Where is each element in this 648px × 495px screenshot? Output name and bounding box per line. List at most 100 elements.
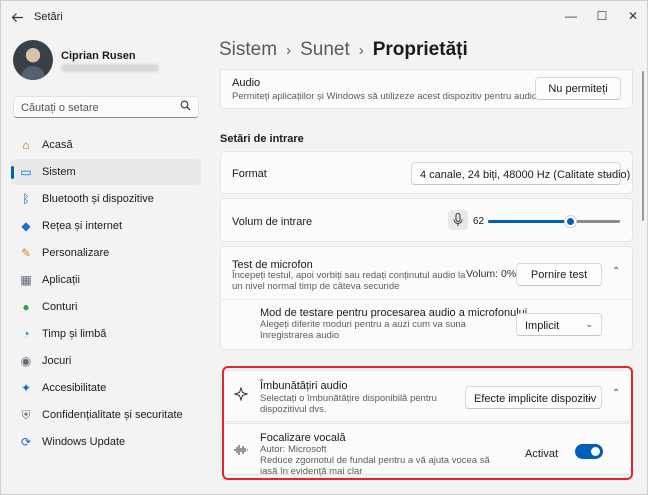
voice-focus-icon <box>233 444 249 459</box>
sidebar-item-system[interactable]: ▭ Sistem <box>11 159 201 185</box>
enhancements-value: Efecte implicite dispozitiv <box>474 393 597 405</box>
sidebar-nav: ⌂ Acasă ▭ Sistem ᛒ Bluetooth și dispozitive ◆ R… <box>11 132 201 456</box>
home-icon: ⌂ <box>22 138 30 152</box>
sidebar-item-accessibility[interactable]: ✦ Accesibilitate <box>11 375 201 401</box>
breadcrumb-chevron-icon: › <box>358 42 364 59</box>
breadcrumb-sound[interactable]: Sunet <box>300 39 350 61</box>
enhancements-title: Îmbunătățiri audio <box>260 380 348 392</box>
voice-focus-author: Autor: Microsoft <box>260 444 327 455</box>
format-title: Format <box>232 168 267 180</box>
toggle-knob <box>591 447 600 456</box>
format-card: Format 4 canale, 24 biți, 48000 Hz (Cali… <box>220 151 633 194</box>
sidebar-item-globe-clock[interactable]: ◔ Timp și limbă <box>11 321 201 347</box>
test-mode-description: Alegeți diferite moduri pentru a auzi cu… <box>260 319 466 341</box>
volume-value: 62 <box>473 216 485 227</box>
close-button[interactable]: ✕ <box>618 5 648 27</box>
mic-test-description: Începeți testul, apoi vorbiți sau redați… <box>232 270 466 292</box>
apps-icon: ▦ <box>20 273 32 287</box>
user-name: Ciprian Rusen <box>61 50 136 62</box>
chevron-up-icon[interactable]: ⌃ <box>612 266 620 277</box>
search-input[interactable]: Căutați o setare <box>21 102 99 114</box>
test-mode-title: Mod de testare pentru procesarea audio a… <box>260 307 528 319</box>
scrollbar[interactable] <box>642 71 644 221</box>
brush-icon: ✎ <box>20 246 32 260</box>
sidebar-item-update[interactable]: ⟳ Windows Update <box>11 429 201 455</box>
update-icon: ⟳ <box>20 435 32 449</box>
start-test-button[interactable]: Pornire test <box>516 263 602 286</box>
volume-title: Volum de intrare <box>232 216 313 228</box>
sidebar-item-label: Aplicații <box>42 274 80 286</box>
divider <box>221 299 632 300</box>
format-value: 4 canale, 24 biți, 48000 Hz (Calitate st… <box>420 169 631 181</box>
audio-description: Permiteți aplicațiilor și Windows să uti… <box>232 91 538 102</box>
breadcrumb: Sistem › Sunet › Proprietăți <box>219 39 468 61</box>
back-arrow-icon[interactable] <box>7 8 27 26</box>
sidebar-item-account[interactable]: ● Conturi <box>11 294 201 320</box>
sidebar-item-wifi[interactable]: ◆ Rețea și internet <box>11 213 201 239</box>
sidebar-item-label: Acasă <box>42 139 73 151</box>
breadcrumb-system[interactable]: Sistem <box>219 39 277 61</box>
format-dropdown[interactable]: 4 canale, 24 biți, 48000 Hz (Calitate st… <box>411 162 630 185</box>
page-title: Proprietăți <box>372 39 468 60</box>
audio-enhancements-card: Îmbunătățiri audio Selectați o îmbunătăț… <box>220 370 633 422</box>
chevron-down-icon: ⌄ <box>585 319 593 329</box>
sidebar-item-label: Jocuri <box>42 355 72 367</box>
app-title: Setări <box>34 11 63 23</box>
test-mode-value: Implicit <box>525 320 560 332</box>
sparkle-icon <box>233 386 249 404</box>
maximize-button[interactable]: ☐ <box>587 5 617 27</box>
voice-focus-state: Activat <box>525 448 559 460</box>
gamepad-icon: ◉ <box>20 354 32 368</box>
minimize-button[interactable]: — <box>556 5 586 27</box>
chevron-down-icon: ⌄ <box>604 168 612 178</box>
enhancements-description: Selectați o îmbunătățire disponibilă pen… <box>260 393 437 415</box>
account-icon: ● <box>22 300 30 314</box>
enhancements-dropdown[interactable]: Efecte implicite dispozitiv ⌄ <box>465 386 602 409</box>
search-box[interactable]: Căutați o setare <box>13 96 199 118</box>
microphone-icon[interactable] <box>448 210 468 230</box>
voice-focus-toggle[interactable] <box>575 444 603 459</box>
sidebar-item-label: Sistem <box>42 166 76 178</box>
sidebar-item-label: Windows Update <box>42 436 126 448</box>
audio-card: Audio Permiteți aplicațiilor și Windows … <box>220 69 633 109</box>
sidebar-item-brush[interactable]: ✎ Personalizare <box>11 240 201 266</box>
input-settings-heading: Setări de intrare <box>220 133 304 145</box>
search-icon[interactable] <box>180 100 191 114</box>
sidebar-item-label: Accesibilitate <box>42 382 107 394</box>
user-email-redacted <box>61 64 159 72</box>
sidebar-item-label: Bluetooth și dispozitive <box>42 193 154 205</box>
voice-focus-card: Focalizare vocală Autor: Microsoft Reduc… <box>220 423 633 477</box>
sidebar-item-home[interactable]: ⌂ Acasă <box>11 132 201 158</box>
bluetooth-icon: ᛒ <box>22 192 30 206</box>
sidebar-item-label: Conturi <box>42 301 78 313</box>
breadcrumb-chevron-icon: › <box>286 42 292 59</box>
sidebar-item-label: Timp și limbă <box>42 328 107 340</box>
volume-slider-thumb[interactable] <box>563 215 577 228</box>
accessibility-icon: ✦ <box>20 381 32 395</box>
sidebar-item-label: Rețea și internet <box>42 220 123 232</box>
wifi-icon: ◆ <box>21 219 31 233</box>
sidebar-item-label: Confidențialitate și securitate <box>42 409 183 421</box>
title-bar: Setări — ☐ ✕ <box>1 1 647 33</box>
sidebar-item-apps[interactable]: ▦ Aplicații <box>11 267 201 293</box>
audio-title: Audio <box>232 77 261 89</box>
volume-slider[interactable] <box>488 215 620 228</box>
shield-icon: ⛨ <box>21 407 31 422</box>
mic-test-card: Test de microfon Începeți testul, apoi v… <box>220 246 633 350</box>
test-mode-dropdown[interactable]: Implicit ⌄ <box>516 313 602 336</box>
chevron-down-icon: ⌄ <box>585 392 593 402</box>
sidebar-item-shield[interactable]: ⛨ Confidențialitate și securitate <box>11 402 201 428</box>
settings-window: Setări — ☐ ✕ Ciprian Rusen Căutați o set… <box>0 0 648 495</box>
system-icon: ▭ <box>20 165 32 179</box>
sidebar-item-bluetooth[interactable]: ᛒ Bluetooth și dispozitive <box>11 186 201 212</box>
sidebar-item-label: Personalizare <box>42 247 110 259</box>
volume-slider-fill <box>488 220 570 223</box>
disallow-button[interactable]: Nu permiteți <box>535 77 621 100</box>
globe-clock-icon: ◔ <box>22 327 30 341</box>
sidebar-item-gamepad[interactable]: ◉ Jocuri <box>11 348 201 374</box>
mic-test-volume: Volum: 0% <box>466 268 517 280</box>
chevron-up-icon[interactable]: ⌃ <box>612 388 620 399</box>
avatar <box>13 40 53 80</box>
voice-focus-description: Reduce zgomotul de fundal pentru a vă aj… <box>260 455 490 477</box>
voice-focus-title: Focalizare vocală <box>260 432 346 444</box>
